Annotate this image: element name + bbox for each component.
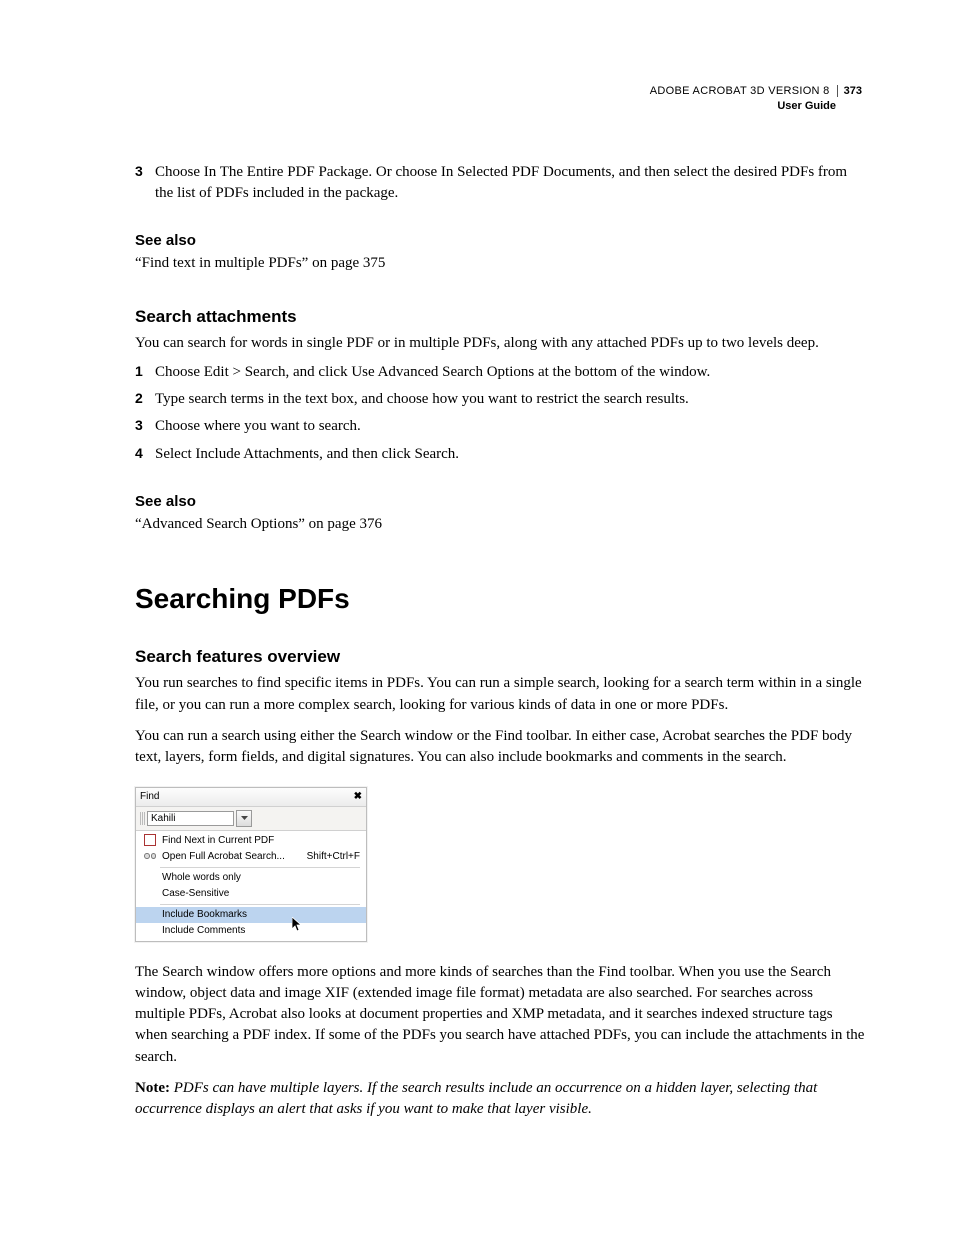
menu-label: Open Full Acrobat Search...	[162, 851, 285, 862]
find-input-value: Kahili	[151, 813, 175, 824]
see-also-heading: See also	[135, 232, 866, 249]
menu-find-next[interactable]: Find Next in Current PDF	[136, 833, 366, 849]
binoculars-icon	[144, 850, 156, 862]
menu-include-comments[interactable]: Include Comments	[136, 923, 366, 939]
overview-heading: Search features overview	[135, 647, 866, 667]
see-also-link: “Find text in multiple PDFs” on page 375	[135, 253, 866, 274]
note-paragraph: Note: PDFs can have multiple layers. If …	[135, 1078, 866, 1121]
header-product: ADOBE ACROBAT 3D VERSION 8	[650, 85, 830, 97]
menu-label: Include Bookmarks	[162, 909, 247, 920]
step-text: Choose where you want to search.	[155, 416, 361, 437]
step-text: Choose Edit > Search, and click Use Adva…	[155, 362, 710, 383]
dropdown-button[interactable]	[236, 810, 252, 827]
menu-separator	[160, 867, 360, 868]
step-number: 3	[135, 162, 145, 205]
step-number: 1	[135, 362, 145, 383]
close-icon[interactable]: ✖	[354, 791, 362, 802]
page-header: ADOBE ACROBAT 3D VERSION 8 373 User Guid…	[135, 84, 866, 114]
menu-shortcut: Shift+Ctrl+F	[287, 851, 360, 862]
step-2: 2 Type search terms in the text box, and…	[135, 389, 866, 410]
search-attachments-intro: You can search for words in single PDF o…	[135, 333, 866, 354]
find-input[interactable]: Kahili	[147, 811, 234, 826]
note-text: PDFs can have multiple layers. If the se…	[135, 1080, 817, 1117]
grip-icon	[140, 812, 145, 825]
search-attachments-heading: Search attachments	[135, 307, 866, 327]
find-input-row: Kahili	[136, 807, 256, 830]
menu-label: Include Comments	[162, 925, 245, 936]
step-text: Select Include Attachments, and then cli…	[155, 444, 459, 465]
menu-case-sensitive[interactable]: Case-Sensitive	[136, 886, 366, 902]
see-also-link-2: “Advanced Search Options” on page 376	[135, 514, 866, 535]
step-4: 4 Select Include Attachments, and then c…	[135, 444, 866, 465]
step-number: 4	[135, 444, 145, 465]
header-page-number: 373	[837, 85, 862, 97]
find-toolbar-figure: Find ✖ Kahili Find Next in Current PDF O…	[135, 787, 367, 942]
menu-separator	[160, 904, 360, 905]
intro-step: 3 Choose In The Entire PDF Package. Or c…	[135, 162, 866, 205]
step-number: 2	[135, 389, 145, 410]
header-subtitle: User Guide	[135, 99, 836, 114]
step-3: 3 Choose where you want to search.	[135, 416, 866, 437]
menu-label: Whole words only	[162, 872, 241, 883]
menu-label: Case-Sensitive	[162, 888, 229, 899]
note-label: Note:	[135, 1080, 170, 1096]
menu-include-bookmarks[interactable]: Include Bookmarks	[136, 907, 366, 923]
menu-open-full-search[interactable]: Open Full Acrobat Search... Shift+Ctrl+F	[136, 849, 366, 865]
step-text: Choose In The Entire PDF Package. Or cho…	[155, 162, 866, 205]
pdf-icon	[144, 834, 156, 846]
find-dropdown-menu: Find Next in Current PDF Open Full Acrob…	[136, 830, 366, 941]
menu-whole-words[interactable]: Whole words only	[136, 870, 366, 886]
chevron-down-icon	[241, 816, 248, 820]
menu-label: Find Next in Current PDF	[162, 835, 274, 846]
step-text: Type search terms in the text box, and c…	[155, 389, 689, 410]
overview-p2: You can run a search using either the Se…	[135, 726, 866, 769]
after-figure-p1: The Search window offers more options an…	[135, 962, 866, 1068]
overview-p1: You run searches to find specific items …	[135, 673, 866, 716]
find-titlebar: Find ✖	[136, 788, 366, 807]
main-heading: Searching PDFs	[135, 583, 866, 615]
step-1: 1 Choose Edit > Search, and click Use Ad…	[135, 362, 866, 383]
see-also-heading-2: See also	[135, 493, 866, 510]
find-title: Find	[140, 791, 159, 802]
step-number: 3	[135, 416, 145, 437]
